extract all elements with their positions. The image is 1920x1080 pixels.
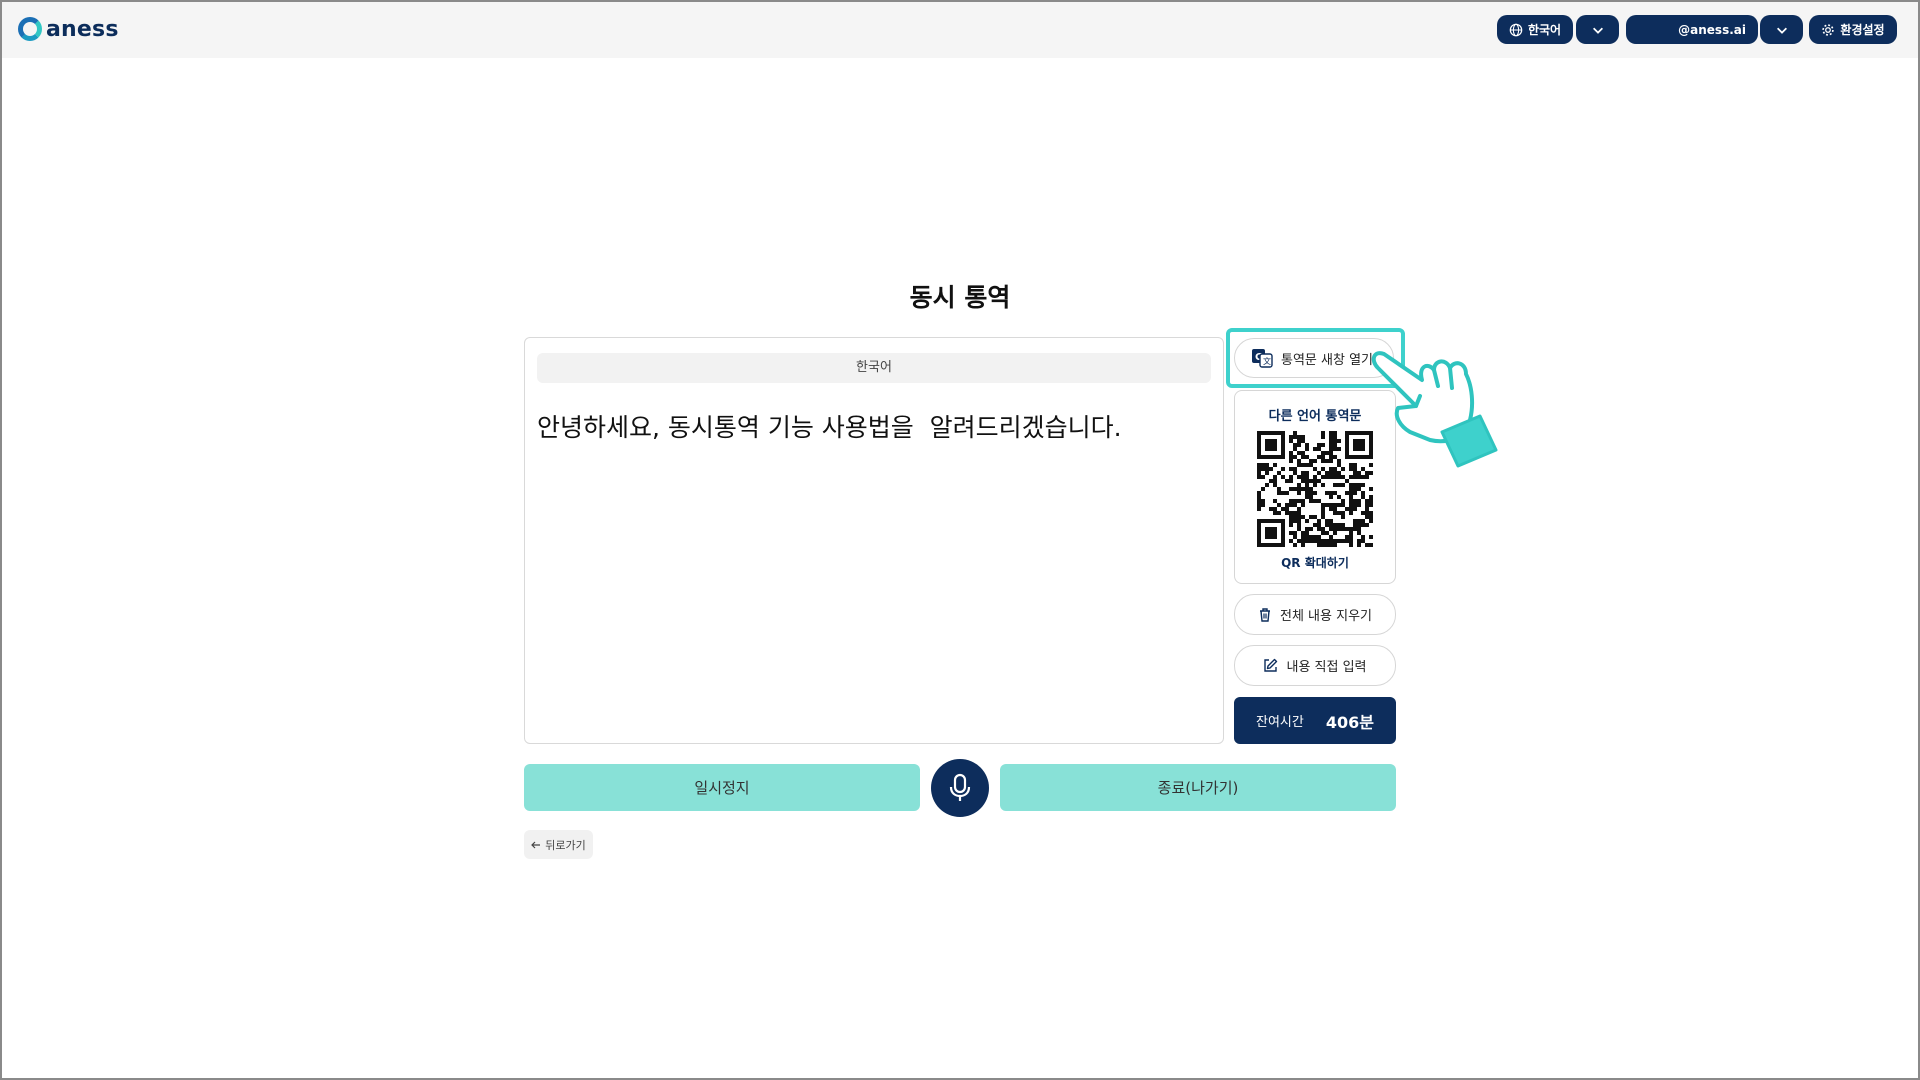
gear-icon	[1822, 23, 1835, 36]
pointing-hand-icon	[1371, 351, 1498, 468]
direct-input-button[interactable]: 내용 직접 입력	[1234, 645, 1396, 686]
remaining-time-value: 406분	[1325, 712, 1374, 732]
settings-label: 환경설정	[1840, 23, 1885, 37]
arrow-left-icon	[531, 841, 541, 848]
microphone-icon	[949, 773, 971, 801]
microphone-button[interactable]	[931, 759, 989, 817]
logo[interactable]: aness	[18, 16, 119, 42]
clear-all-button[interactable]: 전체 내용 지우기	[1234, 594, 1396, 635]
account-label: @aness.ai	[1678, 22, 1746, 37]
globe-icon	[1509, 23, 1523, 36]
remaining-time-label: 잔여시간	[1256, 715, 1304, 730]
qr-zoom-link[interactable]: QR 확대하기	[1235, 554, 1395, 571]
transcript-text: 안녕하세요, 동시통역 기능 사용법을 알려드리겠습니다.	[537, 413, 1122, 442]
logo-text: aness	[46, 16, 119, 42]
trash-icon	[1260, 608, 1270, 622]
edit-icon	[1264, 658, 1278, 672]
chevron-down-icon	[1592, 27, 1603, 34]
language-dropdown-button[interactable]	[1576, 15, 1619, 44]
language-button[interactable]: 한국어	[1497, 15, 1573, 44]
remaining-time-box: 잔여시간 406분	[1234, 697, 1396, 744]
source-language-label: 한국어	[537, 353, 1211, 383]
settings-button[interactable]: 환경설정	[1809, 15, 1897, 44]
pause-button[interactable]: 일시정지	[524, 764, 920, 811]
language-label: 한국어	[1527, 23, 1562, 37]
end-exit-button[interactable]: 종료(나가기)	[1000, 764, 1396, 811]
logo-mark-icon	[18, 17, 42, 41]
page-title: 동시 통역	[909, 283, 1011, 312]
clear-all-label: 전체 내용 지우기	[1280, 609, 1372, 624]
account-dropdown-button[interactable]	[1760, 15, 1803, 44]
account-button[interactable]: @aness.ai	[1626, 15, 1758, 44]
end-label: 종료(나가기)	[1157, 779, 1239, 797]
back-button[interactable]: 뒤로가기	[524, 830, 593, 859]
top-bar: aness 한국어 @aness.ai 환경설정	[0, 0, 1920, 58]
back-label: 뒤로가기	[545, 838, 586, 852]
pause-label: 일시정지	[694, 779, 750, 797]
chevron-down-icon	[1776, 27, 1787, 34]
qr-code[interactable]	[1257, 431, 1373, 547]
direct-input-label: 내용 직접 입력	[1286, 660, 1367, 675]
transcript-panel: 한국어 안녕하세요, 동시통역 기능 사용법을 알려드리겠습니다.	[524, 337, 1224, 744]
